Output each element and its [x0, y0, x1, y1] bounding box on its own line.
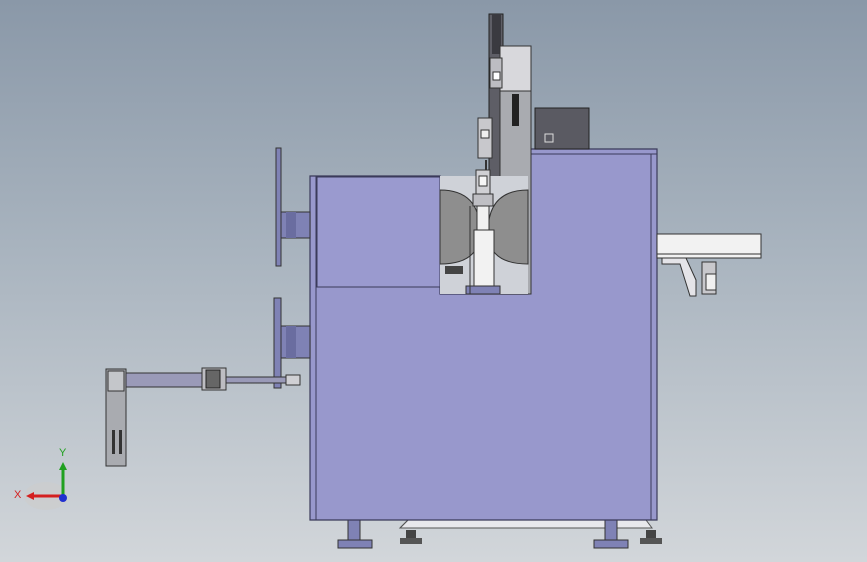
feed-arm [105, 367, 301, 467]
y-axis-label: Y [59, 447, 67, 459]
output-conveyor [656, 233, 762, 297]
upper-spindle [275, 147, 311, 267]
x-axis-label: X [14, 489, 22, 501]
control-box [534, 107, 590, 150]
roller-assembly [439, 169, 529, 295]
axis-triad: X Y [14, 447, 68, 510]
machine-drawing: X Y [14, 13, 762, 549]
cad-viewport[interactable]: X Y [0, 0, 867, 562]
